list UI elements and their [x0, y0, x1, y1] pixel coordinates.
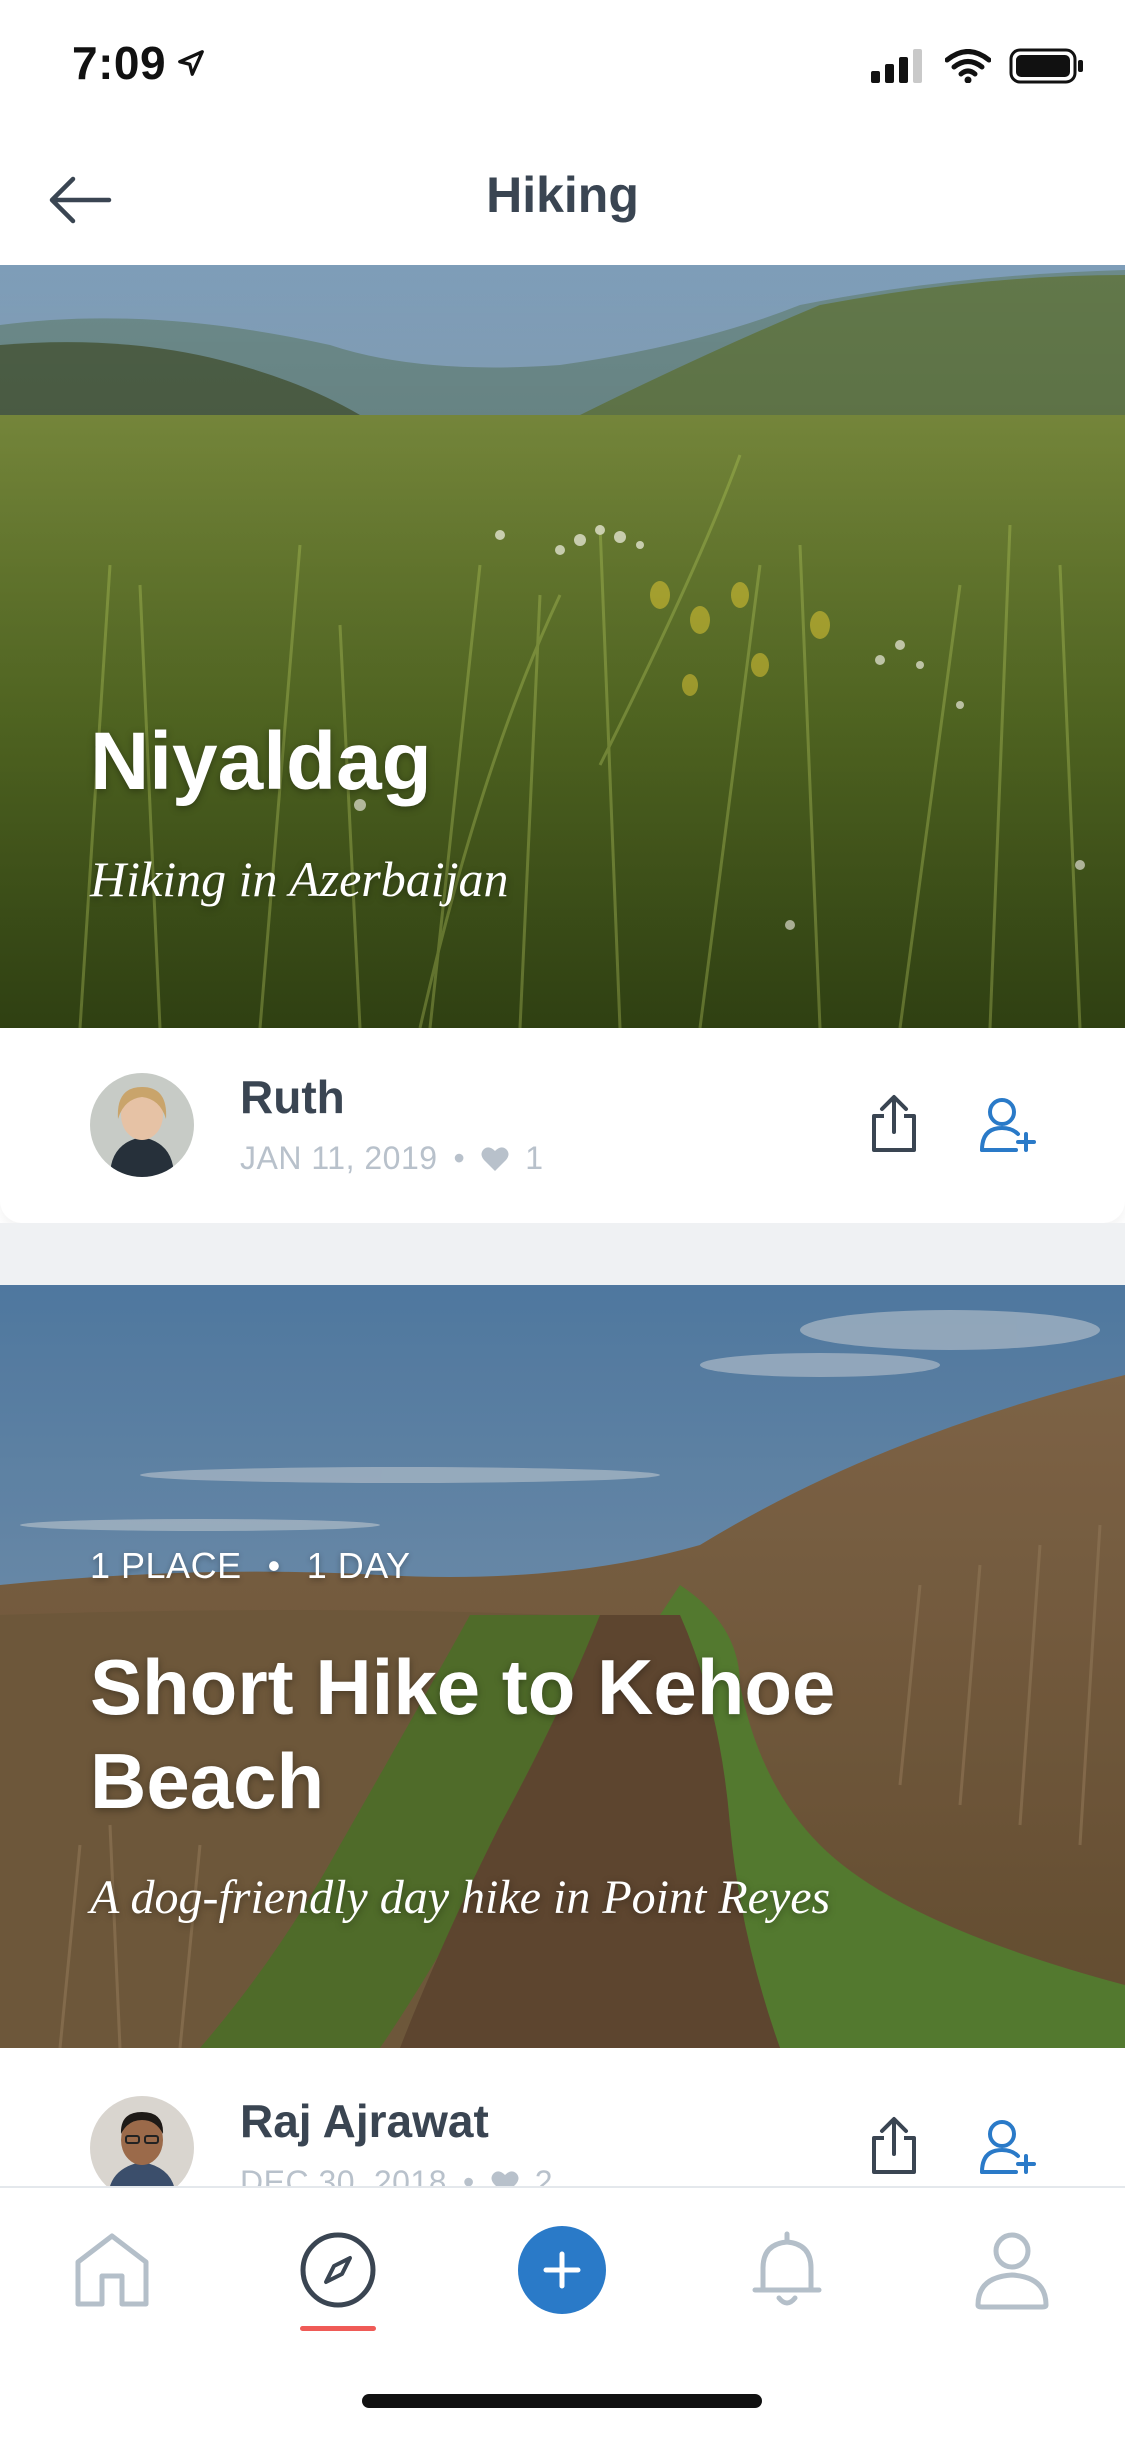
share-button[interactable]: [858, 1088, 930, 1160]
trip-subtitle: Hiking in Azerbaijan: [90, 851, 509, 907]
home-indicator: [362, 2394, 762, 2408]
active-tab-indicator: [300, 2326, 376, 2331]
trip-date: JAN 11, 2019: [240, 1140, 438, 1176]
trip-title[interactable]: Short Hike to Kehoe Beach: [90, 1640, 990, 1828]
trip-subtitle: A dog-friendly day hike in Point Reyes: [90, 1871, 831, 1924]
tab-profile[interactable]: [952, 2210, 1072, 2330]
trip-date: DEC 30, 2018: [240, 2164, 448, 2188]
add-person-icon: [980, 2120, 1036, 2174]
signal-icon: [871, 49, 922, 83]
author-name[interactable]: Ruth: [240, 1070, 345, 1124]
like-count: 2: [534, 2164, 554, 2188]
card-separator: [0, 1223, 1125, 1285]
follow-user-button[interactable]: [972, 1088, 1044, 1160]
place-count: 1 PLACE: [90, 1545, 242, 1586]
meadow-photo: [0, 265, 1125, 1028]
meta-separator: •: [463, 2164, 475, 2188]
avatar-photo-ruth: [90, 1073, 194, 1177]
add-button[interactable]: [518, 2226, 606, 2314]
add-person-icon: [980, 1098, 1036, 1152]
plus-icon: [543, 2251, 581, 2289]
follow-user-button[interactable]: [972, 2110, 1044, 2182]
trip-meta-row: Ruth JAN 11, 2019 • 1: [0, 1028, 1125, 1223]
home-icon: [75, 2233, 149, 2307]
tag-separator: •: [267, 1545, 281, 1586]
author-name[interactable]: Raj Ajrawat: [240, 2094, 489, 2148]
tab-explore[interactable]: [278, 2210, 398, 2330]
day-count: 1 DAY: [306, 1545, 411, 1586]
trip-meta-row: Raj Ajrawat DEC 30, 2018 • 2: [0, 2048, 1125, 2188]
trip-tags: 1 PLACE • 1 DAY: [90, 1545, 411, 1587]
trip-cover-image-niyaldag[interactable]: [0, 265, 1125, 1028]
bell-icon: [752, 2231, 822, 2306]
location-arrow-icon: [178, 50, 204, 76]
avatar[interactable]: [90, 1073, 194, 1177]
battery-icon: [1009, 48, 1083, 84]
status-indicators: [871, 48, 1085, 84]
trip-meta: DEC 30, 2018 • 2: [240, 2164, 553, 2188]
person-icon: [975, 2232, 1049, 2310]
tab-create[interactable]: [502, 2210, 622, 2330]
share-icon: [872, 1095, 916, 1152]
avatar-photo-raj: [90, 2096, 194, 2188]
like-count: 1: [525, 1140, 544, 1176]
page-title: Hiking: [486, 167, 639, 223]
share-icon: [872, 2117, 916, 2174]
trip-title[interactable]: Niyaldag: [90, 715, 432, 809]
wifi-icon: [945, 49, 991, 83]
meta-separator: •: [453, 1140, 466, 1176]
trip-meta: JAN 11, 2019 • 1: [240, 1140, 544, 1177]
avatar[interactable]: [90, 2096, 194, 2188]
share-button[interactable]: [858, 2110, 930, 2182]
tab-home[interactable]: [52, 2210, 172, 2330]
tab-notifications[interactable]: [727, 2210, 847, 2330]
compass-icon: [300, 2232, 376, 2308]
status-time: 7:09: [72, 37, 167, 89]
heart-icon[interactable]: [481, 1146, 509, 1172]
